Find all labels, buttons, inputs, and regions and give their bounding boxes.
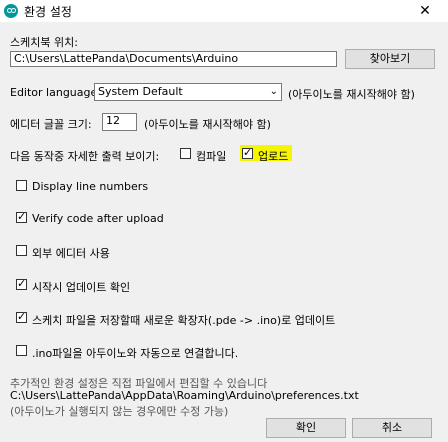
cancel-button[interactable]: 취소 (352, 418, 432, 438)
verbose-label: 다음 동작중 자세한 출력 보이기: (10, 150, 160, 163)
check-updates-checkbox[interactable] (16, 277, 27, 290)
update-extension-checkbox[interactable] (16, 310, 27, 323)
compile-label: 컴파일 (196, 150, 227, 163)
browse-button[interactable]: 찾아보기 (345, 49, 435, 69)
font-size-note: (아두이노를 재시작해야 함) (144, 118, 271, 131)
associate-ino-label: .ino파일을 아두이노와 자동으로 연결합니다. (32, 347, 239, 360)
editor-language-label: Editor language: (10, 86, 101, 99)
title-bar: 환경 설정 ✕ (0, 0, 448, 22)
compile-checkbox[interactable] (180, 148, 191, 159)
update-extension-label: 스케치 파일을 저장할때 새로운 확장자(.pde -> .ino)로 업데이트 (32, 314, 336, 327)
preferences-path: C:\Users\LattePanda\AppData\Roaming\Ardu… (10, 389, 359, 402)
verify-code-checkbox[interactable] (16, 210, 27, 223)
associate-ino-checkbox[interactable] (16, 345, 27, 356)
verify-code-label: Verify code after upload (32, 212, 164, 225)
chevron-down-icon: ⌄ (269, 86, 278, 97)
editor-language-select[interactable]: System Default ⌄ (94, 83, 282, 101)
sketchbook-path-input[interactable]: C:\Users\LattePanda\Documents\Arduino (10, 51, 337, 67)
check-updates-label: 시작시 업데이트 확인 (32, 281, 131, 294)
font-size-input[interactable]: 12 (102, 113, 137, 131)
font-size-label: 에디터 글꼴 크기: (10, 118, 92, 131)
editor-language-value: System Default (98, 85, 183, 98)
external-editor-checkbox[interactable] (16, 245, 27, 256)
window-title: 환경 설정 (24, 5, 72, 19)
ok-button[interactable]: 확인 (266, 418, 346, 438)
arduino-icon (4, 4, 18, 18)
upload-label: 업로드 (258, 150, 289, 163)
upload-checkbox[interactable] (242, 146, 253, 159)
edit-when-closed-note: (아두이노가 실행되지 않는 경우에만 수정 가능) (10, 405, 229, 418)
external-editor-label: 외부 에디터 사용 (32, 247, 110, 260)
editor-language-note: (아두이노를 재시작해야 함) (288, 88, 415, 101)
sketchbook-label: 스케치북 위치: (10, 36, 78, 49)
display-line-numbers-label: Display line numbers (32, 180, 149, 193)
close-button[interactable]: ✕ (402, 0, 448, 22)
display-line-numbers-checkbox[interactable] (16, 180, 27, 191)
